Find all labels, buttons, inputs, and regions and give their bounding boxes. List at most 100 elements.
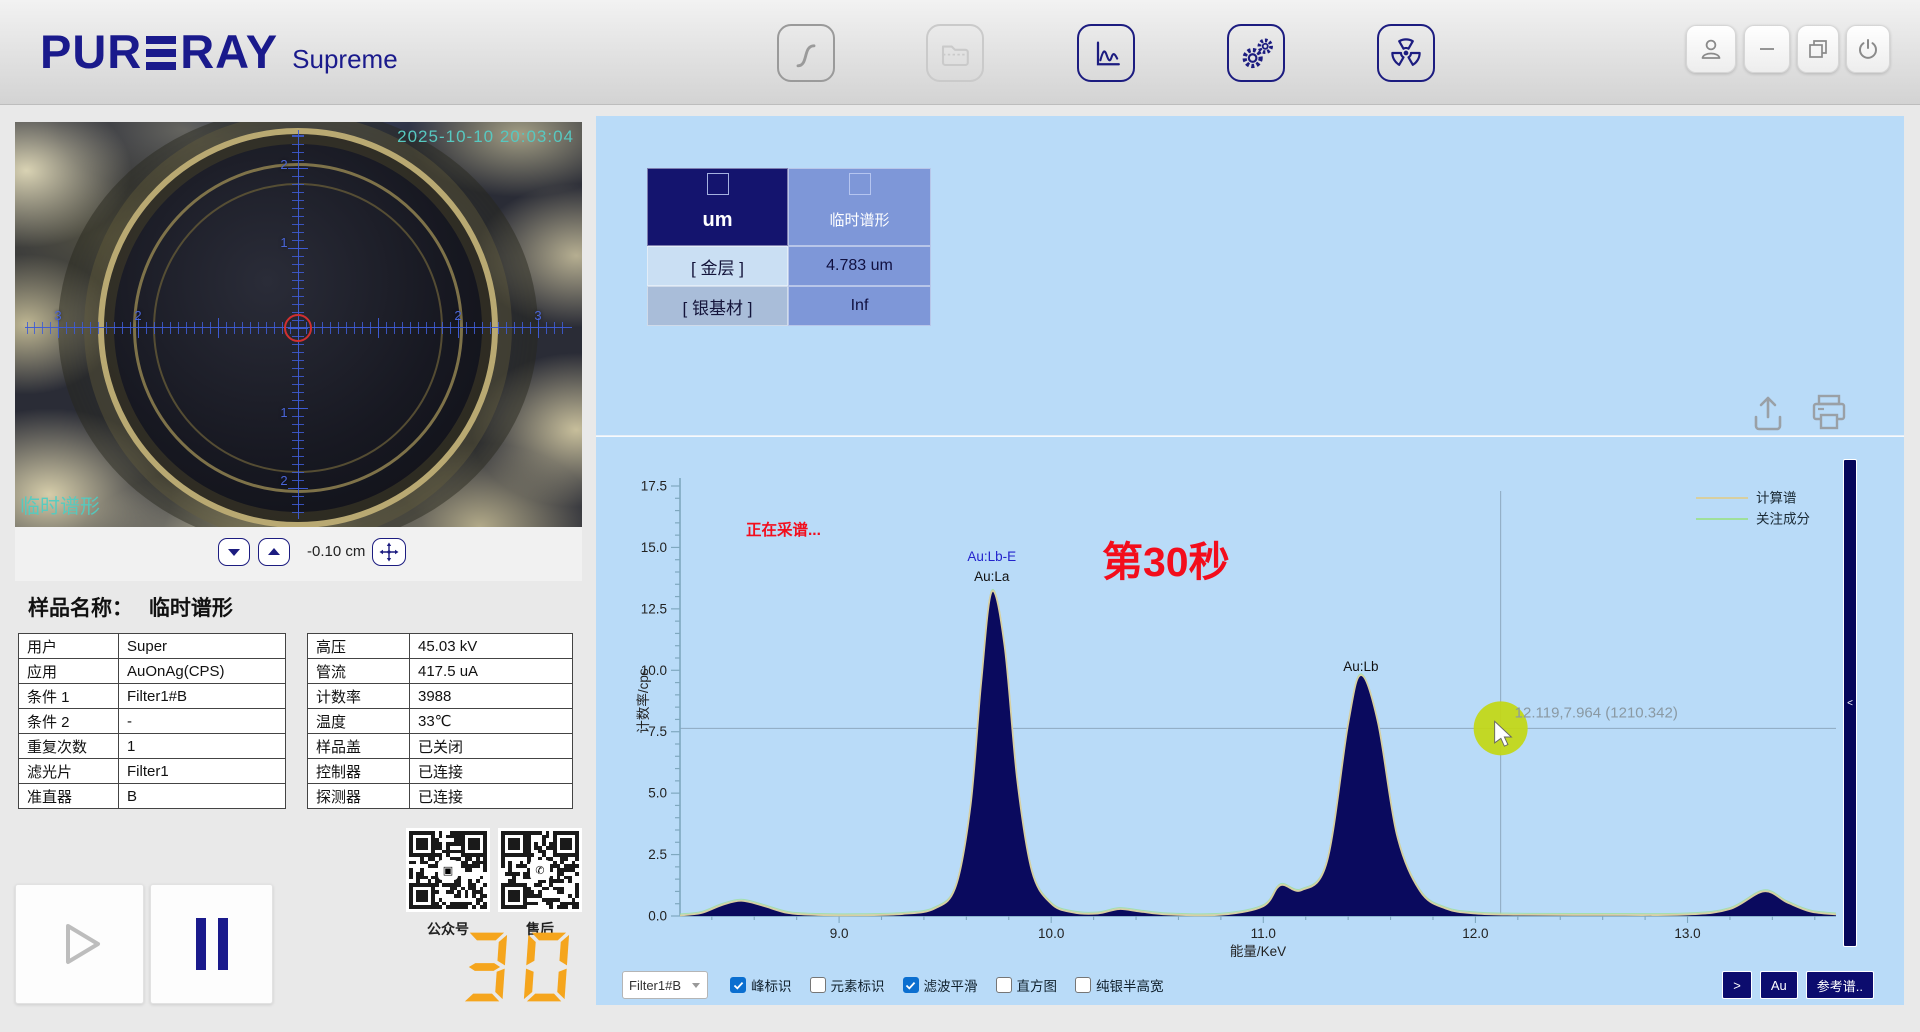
svg-text:10.0: 10.0: [1038, 926, 1064, 941]
chart-option-峰标识[interactable]: 峰标识: [730, 975, 792, 995]
ruler-h-number: 3: [531, 308, 545, 323]
param-key: 滤光片: [19, 759, 119, 784]
checkbox-icon[interactable]: [996, 977, 1012, 993]
param-value: Filter1#B: [119, 684, 286, 709]
elapsed-time-text: 第30秒: [1102, 539, 1230, 585]
sample-name-label: 样品名称：: [28, 597, 133, 620]
element-au-button[interactable]: Au: [1760, 971, 1798, 999]
pause-button[interactable]: [150, 884, 273, 1004]
qr-code: ✆: [498, 828, 582, 912]
param-key: 样品盖: [308, 734, 410, 759]
chart-option-纯银半高宽[interactable]: 纯银半高宽: [1075, 975, 1164, 995]
svg-text:15.0: 15.0: [641, 540, 667, 555]
camera-timestamp: 2025-10-10 20:03:04: [397, 127, 574, 147]
peak-label: Au:Lb-E: [967, 549, 1016, 564]
results-checkbox[interactable]: [707, 173, 729, 195]
checkbox-icon[interactable]: [903, 977, 919, 993]
start-button[interactable]: [15, 884, 144, 1004]
chart-collapse-scrollbar[interactable]: <: [1843, 459, 1857, 947]
results-row-label: [ 银基材 ]: [647, 286, 788, 326]
expand-button[interactable]: >: [1722, 971, 1752, 999]
radiation-icon[interactable]: [1377, 24, 1435, 82]
param-row: 重复次数1: [19, 734, 286, 759]
chart-option-元素标识[interactable]: 元素标识: [810, 975, 885, 995]
print-button[interactable]: [1808, 392, 1850, 437]
param-value: 33℃: [410, 709, 573, 734]
results-row-label: [ 金层 ]: [647, 246, 788, 286]
filter-select-value: Filter1#B: [629, 978, 681, 993]
tune-curve-icon[interactable]: [777, 24, 835, 82]
svg-text:9.0: 9.0: [830, 926, 849, 941]
spectrum-icon[interactable]: [1077, 24, 1135, 82]
chevron-down-icon: [226, 546, 242, 558]
camera-view[interactable]: 32232112 2025-10-10 20:03:04 临时谱形: [15, 122, 582, 527]
countdown-digit: [522, 931, 576, 1003]
results-col-header-um[interactable]: um: [647, 168, 788, 246]
results-col2-title: 临时谱形: [829, 209, 889, 230]
param-value: -: [119, 709, 286, 734]
peak-label: Au:Lb: [1343, 659, 1378, 674]
cursor-readout: 12.119,7.964 (1210.342): [1515, 704, 1678, 721]
chart-option-直方图[interactable]: 直方图: [996, 975, 1058, 995]
stage-z-readout: -0.10 cm: [307, 543, 365, 560]
param-row: 准直器B: [19, 784, 286, 809]
user-icon[interactable]: [1686, 25, 1736, 73]
chevron-left-icon: <: [1847, 698, 1853, 709]
filter-select[interactable]: Filter1#B: [622, 971, 708, 999]
target-circle: [284, 314, 312, 342]
instrument-status-table: 高压45.03 kV管流417.5 uA计数率3988温度33℃样品盖已关闭控制…: [307, 633, 573, 809]
svg-text:17.5: 17.5: [641, 479, 667, 494]
spectrum-chart[interactable]: 0.02.55.07.510.012.515.017.59.010.011.01…: [596, 436, 1904, 1009]
results-table: um 临时谱形[ 金层 ] 4.783 um[ 银基材 ] Inf: [647, 168, 931, 326]
param-value: 417.5 uA: [410, 659, 573, 684]
power-icon[interactable]: [1846, 25, 1890, 73]
pause-icon: [190, 914, 234, 974]
analysis-panel: um 临时谱形[ 金层 ] 4.783 um[ 银基材 ] Inf 0.02.5…: [596, 116, 1904, 1005]
ruler-h-number: 3: [51, 308, 65, 323]
ruler-v-number: 1: [277, 235, 291, 250]
param-key: 高压: [308, 634, 410, 659]
checkbox-icon[interactable]: [1075, 977, 1091, 993]
checkbox-icon[interactable]: [730, 977, 746, 993]
results-col-header-spectrum[interactable]: 临时谱形: [788, 168, 931, 246]
checkbox-label: 滤波平滑: [924, 975, 978, 995]
results-checkbox[interactable]: [849, 173, 871, 195]
param-key: 用户: [19, 634, 119, 659]
chart-footer: Filter1#B 峰标识 元素标识 滤波平滑 直方图: [596, 971, 1904, 1003]
param-row: 样品盖已关闭: [308, 734, 573, 759]
sample-name-row: 样品名称： 临时谱形: [28, 592, 233, 622]
svg-text:12.5: 12.5: [641, 601, 667, 616]
param-key: 管流: [308, 659, 410, 684]
countdown-digit: [460, 931, 514, 1003]
minimize-icon[interactable]: [1744, 25, 1790, 73]
stage-center-button[interactable]: [372, 538, 406, 566]
stage-up-button[interactable]: [258, 538, 290, 566]
ruler-h-number: 2: [451, 308, 465, 323]
qr-center-logo-icon: ▣: [438, 860, 458, 880]
ruler-h-number: 2: [131, 308, 145, 323]
legend-label: 关注成分: [1756, 512, 1810, 527]
param-key: 准直器: [19, 784, 119, 809]
param-value: 已连接: [410, 784, 573, 809]
ruler-v-number: 2: [277, 157, 291, 172]
reference-spectrum-button[interactable]: 参考谱..: [1806, 971, 1874, 999]
settings-gears-icon[interactable]: [1227, 24, 1285, 82]
legend-label: 计算谱: [1756, 491, 1797, 506]
stage-down-button[interactable]: [218, 538, 250, 566]
param-row: 高压45.03 kV: [308, 634, 573, 659]
export-button[interactable]: [1748, 394, 1788, 437]
spectrum-area: [680, 591, 1836, 916]
chart-option-滤波平滑[interactable]: 滤波平滑: [903, 975, 978, 995]
countdown-display: [460, 931, 576, 1003]
param-value: AuOnAg(CPS): [119, 659, 286, 684]
restore-icon[interactable]: [1797, 25, 1839, 73]
open-folder-icon[interactable]: [926, 24, 984, 82]
camera-overlay-label: 临时谱形: [20, 490, 100, 519]
svg-text:12.0: 12.0: [1462, 926, 1488, 941]
param-key: 计数率: [308, 684, 410, 709]
svg-text:能量/KeV: 能量/KeV: [1230, 944, 1286, 959]
param-value: 1: [119, 734, 286, 759]
checkbox-icon[interactable]: [810, 977, 826, 993]
param-value: Filter1: [119, 759, 286, 784]
param-key: 控制器: [308, 759, 410, 784]
